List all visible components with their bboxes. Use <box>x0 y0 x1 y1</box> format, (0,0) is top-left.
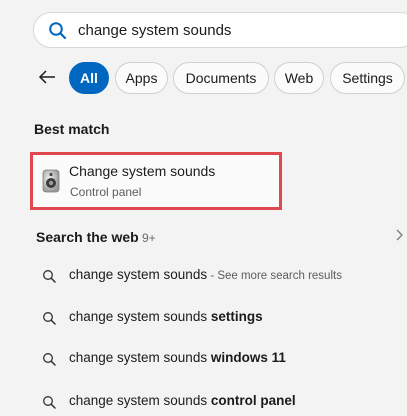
web-result-bold: settings <box>210 309 263 324</box>
web-result-suffix: - See more search results <box>207 270 342 282</box>
web-result-3[interactable]: change system sounds windows 11 <box>30 345 407 373</box>
web-result-text: change system sounds <box>69 393 211 408</box>
web-result-bold: control panel <box>210 393 296 408</box>
result-count-badge: 9+ <box>142 231 156 245</box>
filter-all[interactable]: All <box>69 62 109 94</box>
speaker-icon <box>40 169 62 198</box>
web-result-bold: windows 11 <box>210 350 286 365</box>
best-match-result[interactable]: Change system sounds Control panel <box>30 152 282 210</box>
search-box[interactable]: change system sounds <box>33 12 407 48</box>
search-icon <box>48 21 68 46</box>
back-arrow-icon[interactable] <box>38 68 56 91</box>
web-result-text: change system sounds <box>69 350 211 365</box>
magnifier-icon <box>42 395 56 414</box>
best-match-subtitle: Control panel <box>70 185 142 199</box>
web-result-2[interactable]: change system sounds settings <box>30 304 407 332</box>
magnifier-icon <box>42 269 56 288</box>
web-result-1[interactable]: change system sounds - See more search r… <box>30 262 407 290</box>
best-match-heading: Best match <box>34 121 110 137</box>
web-result-text: change system sounds <box>69 267 208 282</box>
chevron-right-icon[interactable] <box>394 228 404 247</box>
web-result-text: change system sounds <box>69 309 211 324</box>
best-match-title: Change system sounds <box>69 163 216 179</box>
filter-web[interactable]: Web <box>274 62 324 94</box>
filter-apps[interactable]: Apps <box>115 62 168 94</box>
search-input[interactable]: change system sounds <box>78 22 231 39</box>
magnifier-icon <box>42 311 56 330</box>
search-the-web-heading[interactable]: Search the web <box>36 229 139 245</box>
magnifier-icon <box>42 352 56 371</box>
filter-documents[interactable]: Documents <box>173 62 269 94</box>
web-result-4[interactable]: change system sounds control panel <box>30 388 407 416</box>
filter-settings[interactable]: Settings <box>330 62 405 94</box>
